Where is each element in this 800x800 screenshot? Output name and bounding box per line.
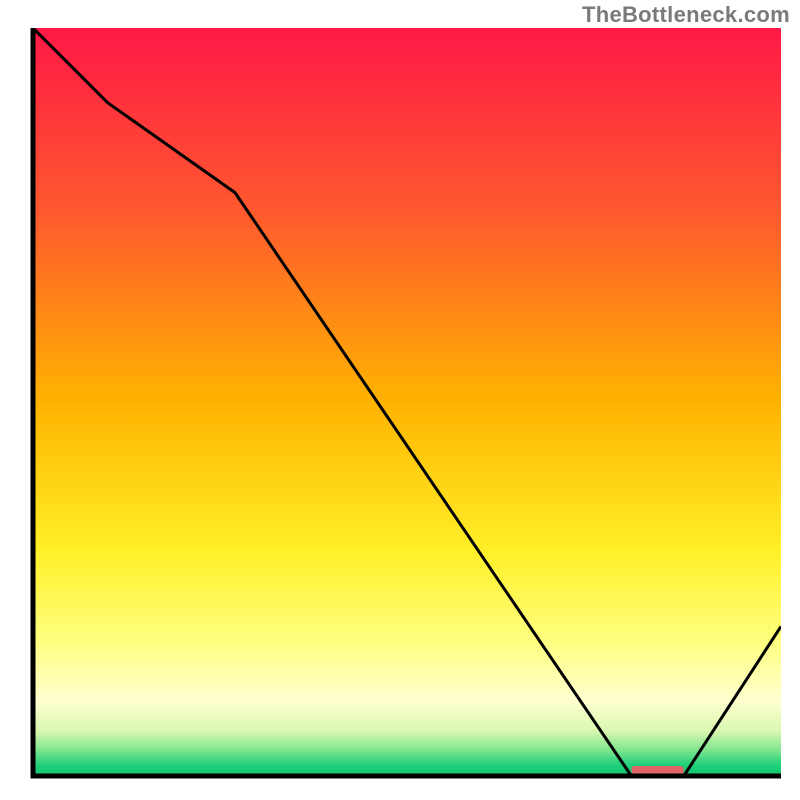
bottleneck-chart — [0, 0, 800, 800]
optimum-marker-band — [631, 766, 683, 774]
plot-background — [33, 28, 781, 776]
chart-stage: TheBottleneck.com — [0, 0, 800, 800]
